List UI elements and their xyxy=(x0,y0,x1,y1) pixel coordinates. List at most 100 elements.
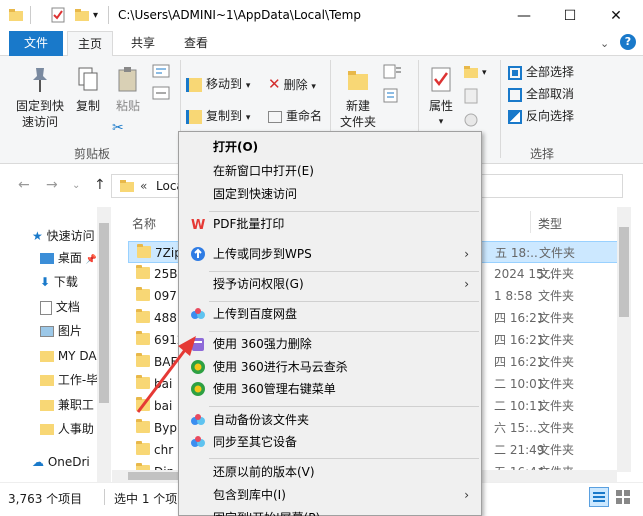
file-type: 文件夹 xyxy=(538,267,575,281)
sidebar-scrollbar[interactable] xyxy=(97,207,111,482)
file-date: 1 8:58 xyxy=(494,289,533,303)
sidebar-item-folder[interactable]: 工作-毕 xyxy=(40,369,98,391)
paste-label: 粘贴 xyxy=(115,99,140,113)
menu-item-360-scan[interactable]: 使用 360进行木马云查杀 xyxy=(181,356,479,378)
menu-item-sync-devices[interactable]: 同步至其它设备 xyxy=(181,431,479,453)
sidebar-item-label: 工作-毕 xyxy=(57,373,99,387)
sidebar-item-folder[interactable]: 兼职工 xyxy=(40,394,94,416)
tab-view[interactable]: 查看 xyxy=(172,31,220,56)
open-folder-icon[interactable] xyxy=(462,64,482,83)
file-list-scrollbar[interactable] xyxy=(617,207,631,472)
menu-item-baidu-upload[interactable]: 上传到百度网盘 xyxy=(181,303,479,325)
sidebar-item-onedrive[interactable]: ☁ OneDri xyxy=(32,451,90,473)
select-none-button[interactable]: 全部取消 xyxy=(508,84,574,104)
up-arrow-icon[interactable]: ↑ xyxy=(94,177,106,193)
properties-check-icon[interactable] xyxy=(50,7,66,23)
new-item-icon[interactable] xyxy=(382,64,402,83)
new-folder-button[interactable]: 新建 文件夹 xyxy=(336,66,380,130)
forward-arrow-icon[interactable]: → xyxy=(46,177,58,193)
scissors-icon[interactable]: ✂ xyxy=(112,120,124,136)
sidebar-item-documents[interactable]: 文档 xyxy=(40,296,80,318)
menu-separator xyxy=(209,271,479,272)
sidebar-item-label: 下载 xyxy=(53,275,78,289)
tab-share[interactable]: 共享 xyxy=(119,31,167,56)
paste-button[interactable]: 粘贴 xyxy=(112,66,144,114)
large-icons-view-icon[interactable] xyxy=(614,488,632,506)
title-bar: ▾ C:\Users\ADMINI~1\AppData\Local\Temp —… xyxy=(0,0,643,31)
chevron-down-icon[interactable]: ▾ xyxy=(482,68,487,78)
divider xyxy=(108,6,109,24)
chevron-down-icon: ▾ xyxy=(245,81,251,91)
menu-item-pin-start[interactable]: 固定到'开始'屏幕(P) xyxy=(181,507,479,516)
edit-icon[interactable] xyxy=(462,88,482,107)
document-icon xyxy=(40,300,52,315)
file-type: 文件夹 xyxy=(538,399,575,413)
details-view-icon[interactable] xyxy=(589,487,609,507)
menu-item-restore-versions[interactable]: 还原以前的版本(V) xyxy=(181,461,479,483)
ribbon-tabs: 文件 主页 共享 查看 ⌄ ? xyxy=(0,31,643,57)
chevron-down-icon: ▾ xyxy=(438,117,444,127)
move-to-button[interactable]: 移动到 ▾ xyxy=(186,74,250,94)
delete-button[interactable]: ✕ 删除 ▾ xyxy=(268,74,316,94)
menu-item-auto-backup[interactable]: 自动备份该文件夹 xyxy=(181,409,479,431)
svg-text:W: W xyxy=(191,218,205,232)
chevron-right-icon: › xyxy=(464,488,469,502)
minimize-button[interactable]: — xyxy=(501,0,547,31)
sidebar-item-downloads[interactable]: ⬇ 下载 xyxy=(40,271,78,293)
menu-item-include-library[interactable]: 包含到库中(I) › xyxy=(181,484,479,506)
navigation-pane: ★ 快速访问 桌面 📌 ⬇ 下载 文档 图片 MY DA 工作-毕 兼职工 人事… xyxy=(0,207,112,482)
copy-path-icon[interactable] xyxy=(152,86,170,103)
rename-button[interactable]: 重命名 xyxy=(268,106,322,126)
scrollbar-thumb[interactable] xyxy=(99,223,109,403)
sidebar-item-pictures[interactable]: 图片 xyxy=(40,320,82,342)
close-button[interactable]: ✕ xyxy=(593,0,639,31)
history-icon[interactable] xyxy=(462,112,482,131)
chevron-down-icon[interactable]: ▾ xyxy=(93,10,109,26)
help-icon[interactable]: ? xyxy=(620,34,636,50)
chevron-down-icon[interactable]: ⌄ xyxy=(72,180,80,191)
menu-item-wps-upload[interactable]: 上传或同步到WPS › xyxy=(181,243,479,265)
sidebar-item-folder[interactable]: MY DA xyxy=(40,345,97,367)
file-date: 四 16:21 xyxy=(494,311,545,325)
back-arrow-icon[interactable]: ← xyxy=(18,177,30,193)
file-date: 二 10:11 xyxy=(494,399,545,413)
maximize-button[interactable]: ☐ xyxy=(547,0,593,31)
easy-access-icon[interactable] xyxy=(382,88,402,107)
menu-item-open-new-window[interactable]: 在新窗口中打开(E) xyxy=(181,160,479,182)
sidebar-item-folder[interactable]: 人事助 xyxy=(40,418,94,440)
menu-item-360-menu[interactable]: 使用 360管理右键菜单 xyxy=(181,378,479,400)
chevron-down-icon[interactable]: ⌄ xyxy=(600,37,609,50)
pin-quick-access-button[interactable]: 固定到快 速访问 xyxy=(12,66,68,130)
sidebar-item-quick-access[interactable]: ★ 快速访问 xyxy=(32,225,95,247)
menu-item-label: 在新窗口中打开(E) xyxy=(213,164,314,178)
cut-icon[interactable] xyxy=(152,64,170,81)
menu-separator xyxy=(209,458,479,459)
column-header-type[interactable]: 类型 xyxy=(538,215,562,232)
copy-button[interactable]: 复制 xyxy=(72,66,104,114)
folder-icon xyxy=(136,287,150,301)
download-icon: ⬇ xyxy=(40,275,51,289)
menu-item-grant-access[interactable]: 授予访问权限(G) › xyxy=(181,273,479,295)
breadcrumb-overflow[interactable]: « xyxy=(140,179,147,193)
tab-home[interactable]: 主页 xyxy=(67,31,113,57)
copy-to-label: 复制到 xyxy=(206,109,243,123)
menu-item-open[interactable]: 打开(O) xyxy=(181,136,479,158)
menu-separator xyxy=(209,301,479,302)
tab-file[interactable]: 文件 xyxy=(9,31,63,56)
sidebar-item-desktop[interactable]: 桌面 📌 xyxy=(40,247,97,269)
move-to-label: 移动到 xyxy=(206,77,243,91)
new-folder-icon[interactable] xyxy=(74,7,90,23)
baidu-sync-icon xyxy=(190,434,206,450)
select-none-icon xyxy=(508,87,522,102)
select-all-button[interactable]: 全部选择 xyxy=(508,62,574,82)
divider xyxy=(30,6,31,24)
invert-selection-button[interactable]: 反向选择 xyxy=(508,106,574,126)
copy-to-button[interactable]: 复制到 ▾ xyxy=(186,106,250,126)
menu-item-pdf-batch-print[interactable]: W PDF批量打印 xyxy=(181,213,479,235)
menu-item-label: 打开(O) xyxy=(213,140,259,154)
menu-item-pin-quick-access[interactable]: 固定到快速访问 xyxy=(181,183,479,205)
properties-button[interactable]: 属性 ▾ xyxy=(424,66,458,130)
scrollbar-thumb[interactable] xyxy=(619,227,629,317)
menu-item-360-delete[interactable]: 使用 360强力删除 xyxy=(181,333,479,355)
column-header-name[interactable]: 名称 xyxy=(132,215,156,232)
